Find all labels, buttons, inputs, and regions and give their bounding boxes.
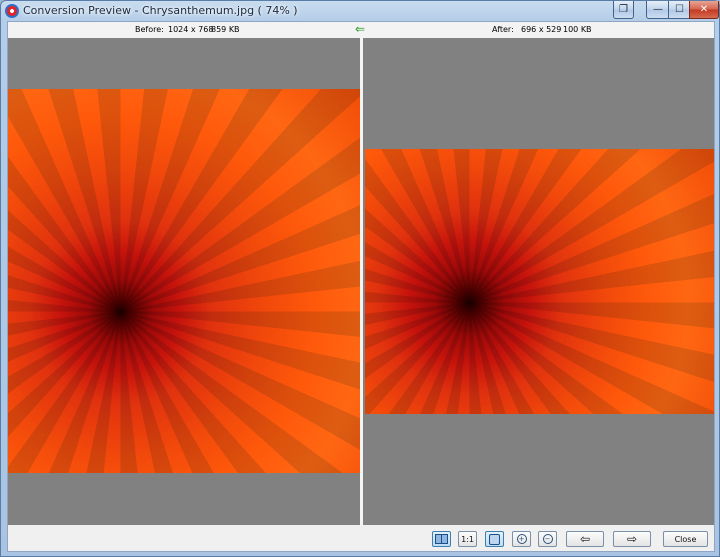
zoom-in-button[interactable]: + [512,531,531,547]
after-preview-pane[interactable] [363,38,714,525]
before-dimensions: 1024 x 768 [168,25,214,34]
before-image [8,89,360,473]
fit-to-window-icon [489,533,500,545]
app-icon [5,4,19,18]
maximize-button[interactable]: ☐ [668,1,691,19]
conversion-preview-window: Conversion Preview - Chrysanthemum.jpg (… [0,0,720,557]
actual-size-button[interactable]: 1:1 [458,531,477,547]
client-area: Before: 1024 x 768 859 KB ⇐ After: 696 x… [7,21,715,552]
before-preview-pane[interactable] [8,38,360,525]
zoom-out-button[interactable]: − [538,531,557,547]
after-image [365,149,714,414]
arrow-left-icon: ⇦ [579,532,591,546]
minimize-button[interactable]: — [646,1,670,19]
close-button[interactable]: Close [663,531,708,547]
bottom-toolbar: 1:1 + − ⇦ ⇨ Close [8,525,714,551]
after-label: After: [492,25,514,34]
info-bar: Before: 1024 x 768 859 KB ⇐ After: 696 x… [8,22,714,38]
zoom-in-icon: + [516,534,527,544]
arrow-right-icon: ⇨ [626,532,638,546]
title-bar[interactable]: Conversion Preview - Chrysanthemum.jpg (… [1,1,719,21]
fit-to-window-button[interactable] [485,531,504,547]
after-dimensions: 696 x 529 [521,25,562,34]
flower-texture [8,89,360,473]
close-window-button[interactable]: ✕ [689,1,719,19]
arrow-left-icon: ⇐ [355,22,366,36]
side-by-side-icon [435,534,448,544]
zoom-out-icon: − [542,534,553,544]
after-file-size: 100 KB [563,25,592,34]
before-label: Before: [135,25,164,34]
side-by-side-button[interactable] [432,531,451,547]
next-button[interactable]: ⇨ [613,531,651,547]
window-title: Conversion Preview - Chrysanthemum.jpg (… [23,4,298,17]
before-file-size: 859 KB [211,25,240,34]
flower-texture [365,149,714,414]
previous-button[interactable]: ⇦ [566,531,604,547]
restore-down-button[interactable]: ❐ [613,1,634,19]
